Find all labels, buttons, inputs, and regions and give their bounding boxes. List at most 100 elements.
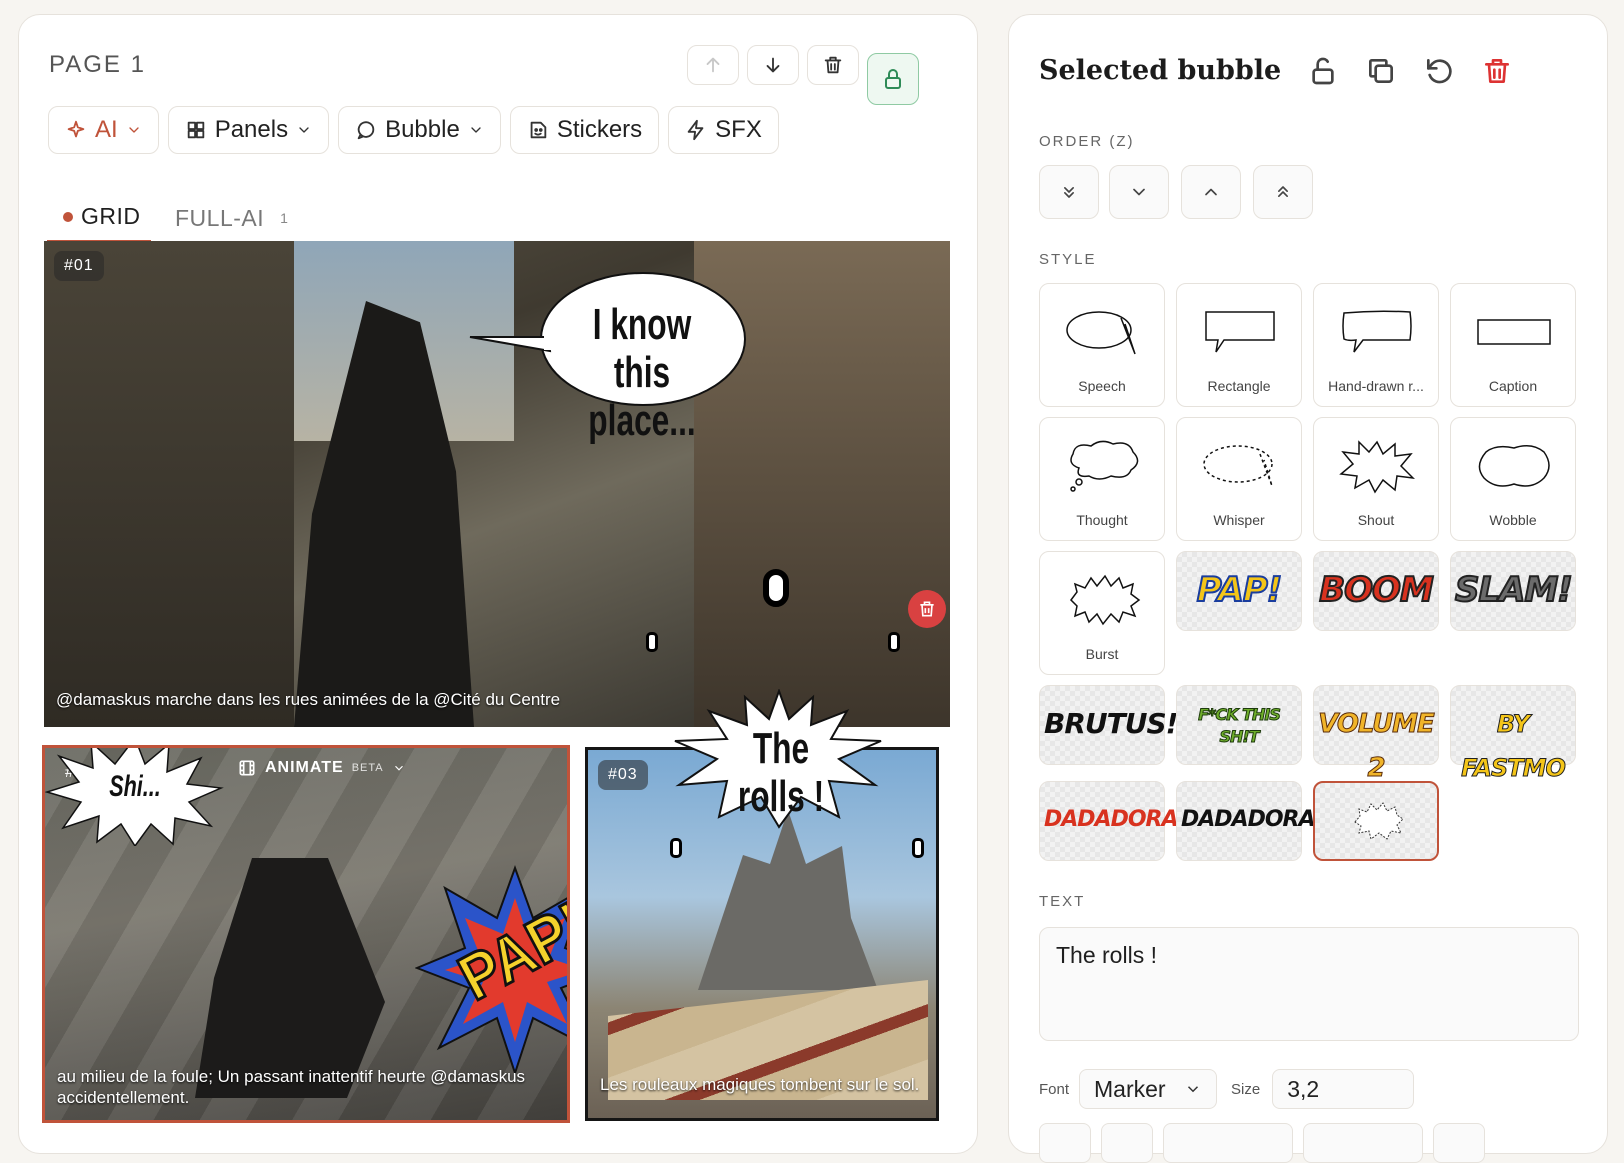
delete-bubble-button[interactable]: [908, 590, 946, 628]
format-button[interactable]: [1163, 1123, 1293, 1163]
sticker-dadadora-black[interactable]: DADADORA!!!: [1176, 781, 1343, 861]
font-select[interactable]: Marker: [1079, 1069, 1218, 1109]
resize-handle[interactable]: [763, 569, 789, 607]
reset-bubble-button[interactable]: [1423, 55, 1455, 87]
style-label: Hand-drawn r...: [1328, 378, 1424, 394]
delete-bubble-button[interactable]: [1481, 55, 1513, 87]
burst-shape-icon: [1070, 574, 1141, 626]
sticker-slam[interactable]: SLAM!: [1450, 551, 1576, 631]
format-button[interactable]: [1303, 1123, 1423, 1163]
sticker-by-fastmo[interactable]: BY FASTMO: [1450, 685, 1576, 783]
inspector-title: Selected bubble: [1039, 55, 1282, 86]
bubble-menu-button[interactable]: Bubble: [338, 106, 501, 154]
send-to-back-button[interactable]: [1039, 165, 1099, 219]
layout-tabs: GRID FULL-AI 1: [47, 193, 923, 243]
stickers-button[interactable]: Stickers: [509, 106, 660, 154]
style-label: Whisper: [1213, 512, 1265, 528]
style-label: Thought: [1076, 512, 1128, 528]
page-toolbar: AI Panels Bubble Stickers SFX: [48, 106, 779, 154]
style-hand-drawn-rectangle[interactable]: Hand-drawn r...: [1313, 283, 1439, 407]
sfx-button[interactable]: SFX: [668, 106, 779, 154]
move-page-down-button[interactable]: [747, 45, 799, 85]
sticker-text: DADADORA!!!: [1181, 807, 1343, 832]
unlock-bubble-button[interactable]: [1307, 55, 1339, 87]
chevron-up-icon: [1205, 188, 1217, 196]
burst-outline-icon: [1354, 802, 1404, 840]
style-label: Burst: [1085, 646, 1119, 662]
ai-menu-label: AI: [95, 116, 118, 143]
move-page-up-button[interactable]: [687, 45, 739, 85]
sticker-brutus[interactable]: BRUTUS!: [1039, 685, 1178, 765]
sticker-pap[interactable]: PAP!: [1176, 551, 1302, 631]
style-burst-outline-selected[interactable]: [1313, 781, 1439, 861]
text-section-label: TEXT: [1039, 893, 1086, 910]
selected-bubble-text: The rolls !: [737, 724, 825, 821]
chevron-down-icon: [471, 127, 481, 133]
bring-to-front-button[interactable]: [1253, 165, 1313, 219]
panels-menu-label: Panels: [214, 116, 289, 143]
size-label: Size: [1231, 1080, 1261, 1098]
sticker-text: F*CK THIS SH!T: [1198, 705, 1282, 747]
comic-panel-2[interactable]: #02 ANIMATE BETA Shi... PAP! au milieu d…: [42, 745, 570, 1123]
panels-menu-button[interactable]: Panels: [167, 106, 330, 154]
bubble-inspector-card: Selected bubble ORDER (Z) STYLE Speech R…: [1008, 14, 1608, 1163]
resize-handle[interactable]: [912, 838, 924, 858]
lock-page-button[interactable]: [867, 53, 919, 105]
shout-shape-icon: [1339, 440, 1415, 494]
resize-handle[interactable]: [670, 838, 682, 858]
ai-menu-button[interactable]: AI: [48, 106, 159, 154]
whisper-shape-icon: [1203, 445, 1273, 487]
sticker-boom[interactable]: BOOM: [1313, 551, 1439, 631]
sticker-volume-2[interactable]: VOLUME 2: [1313, 685, 1439, 784]
film-icon: [239, 760, 255, 776]
sticker-dadadora-red[interactable]: DADADORA!!!: [1039, 781, 1206, 861]
hand-drawn-shape-icon: [1342, 310, 1412, 353]
format-button[interactable]: [1039, 1123, 1091, 1163]
chevron-down-icon: [1133, 188, 1145, 196]
format-button[interactable]: [1101, 1123, 1153, 1163]
panel-number-tag: #01: [54, 251, 104, 281]
delete-page-button[interactable]: [807, 45, 859, 85]
bubble-menu-label: Bubble: [385, 116, 460, 143]
bubble-text-panel-2: Shi...: [109, 770, 161, 803]
style-label: Rectangle: [1207, 378, 1271, 394]
resize-handle[interactable]: [646, 632, 658, 652]
chevrons-down-icon: [1064, 187, 1074, 198]
font-controls: Font Marker Size 3,2: [1039, 1069, 1415, 1109]
bubble-text-input[interactable]: The rolls !: [1039, 927, 1579, 1041]
style-speech[interactable]: Speech: [1039, 283, 1165, 407]
trash-icon: [1485, 59, 1509, 83]
style-caption[interactable]: Caption: [1450, 283, 1576, 407]
style-shout[interactable]: Shout: [1313, 417, 1439, 541]
panel-number-tag: #03: [598, 760, 648, 790]
animate-beta-button[interactable]: ANIMATE BETA: [237, 758, 406, 778]
style-burst[interactable]: Burst: [1039, 551, 1165, 675]
style-label: Shout: [1357, 512, 1395, 528]
arrow-up-icon: [706, 57, 720, 73]
duplicate-bubble-button[interactable]: [1365, 55, 1397, 87]
tab-count-badge: 1: [280, 210, 289, 226]
sticker-fck-this[interactable]: F*CK THIS SH!T: [1176, 685, 1302, 765]
style-rectangle[interactable]: Rectangle: [1176, 283, 1302, 407]
tab-full-ai[interactable]: FULL-AI 1: [175, 193, 288, 243]
page-editor-card: PAGE 1 AI Panels Bubble Stickers SFX GRI…: [18, 14, 978, 1154]
lightning-icon: [687, 119, 704, 141]
style-wobble[interactable]: Wobble: [1450, 417, 1576, 541]
font-size-input[interactable]: 3,2: [1272, 1069, 1415, 1109]
bring-forward-button[interactable]: [1181, 165, 1241, 219]
resize-handle[interactable]: [888, 632, 900, 652]
rectangle-shape-icon: [1205, 311, 1275, 353]
caption-shape-icon: [1477, 319, 1551, 345]
copy-icon: [1369, 59, 1393, 83]
wobble-shape-icon: [1478, 445, 1550, 487]
beta-badge: BETA: [351, 762, 384, 774]
sticker-text: BRUTUS!: [1044, 707, 1178, 740]
format-button[interactable]: [1433, 1123, 1485, 1163]
comic-panel-1[interactable]: #01 I know this place... @damaskus march…: [44, 241, 950, 727]
tab-grid[interactable]: GRID: [47, 193, 151, 243]
order-section-label: ORDER (Z): [1039, 133, 1135, 150]
style-label: Speech: [1078, 378, 1126, 394]
style-whisper[interactable]: Whisper: [1176, 417, 1302, 541]
style-thought[interactable]: Thought: [1039, 417, 1165, 541]
send-backward-button[interactable]: [1109, 165, 1169, 219]
